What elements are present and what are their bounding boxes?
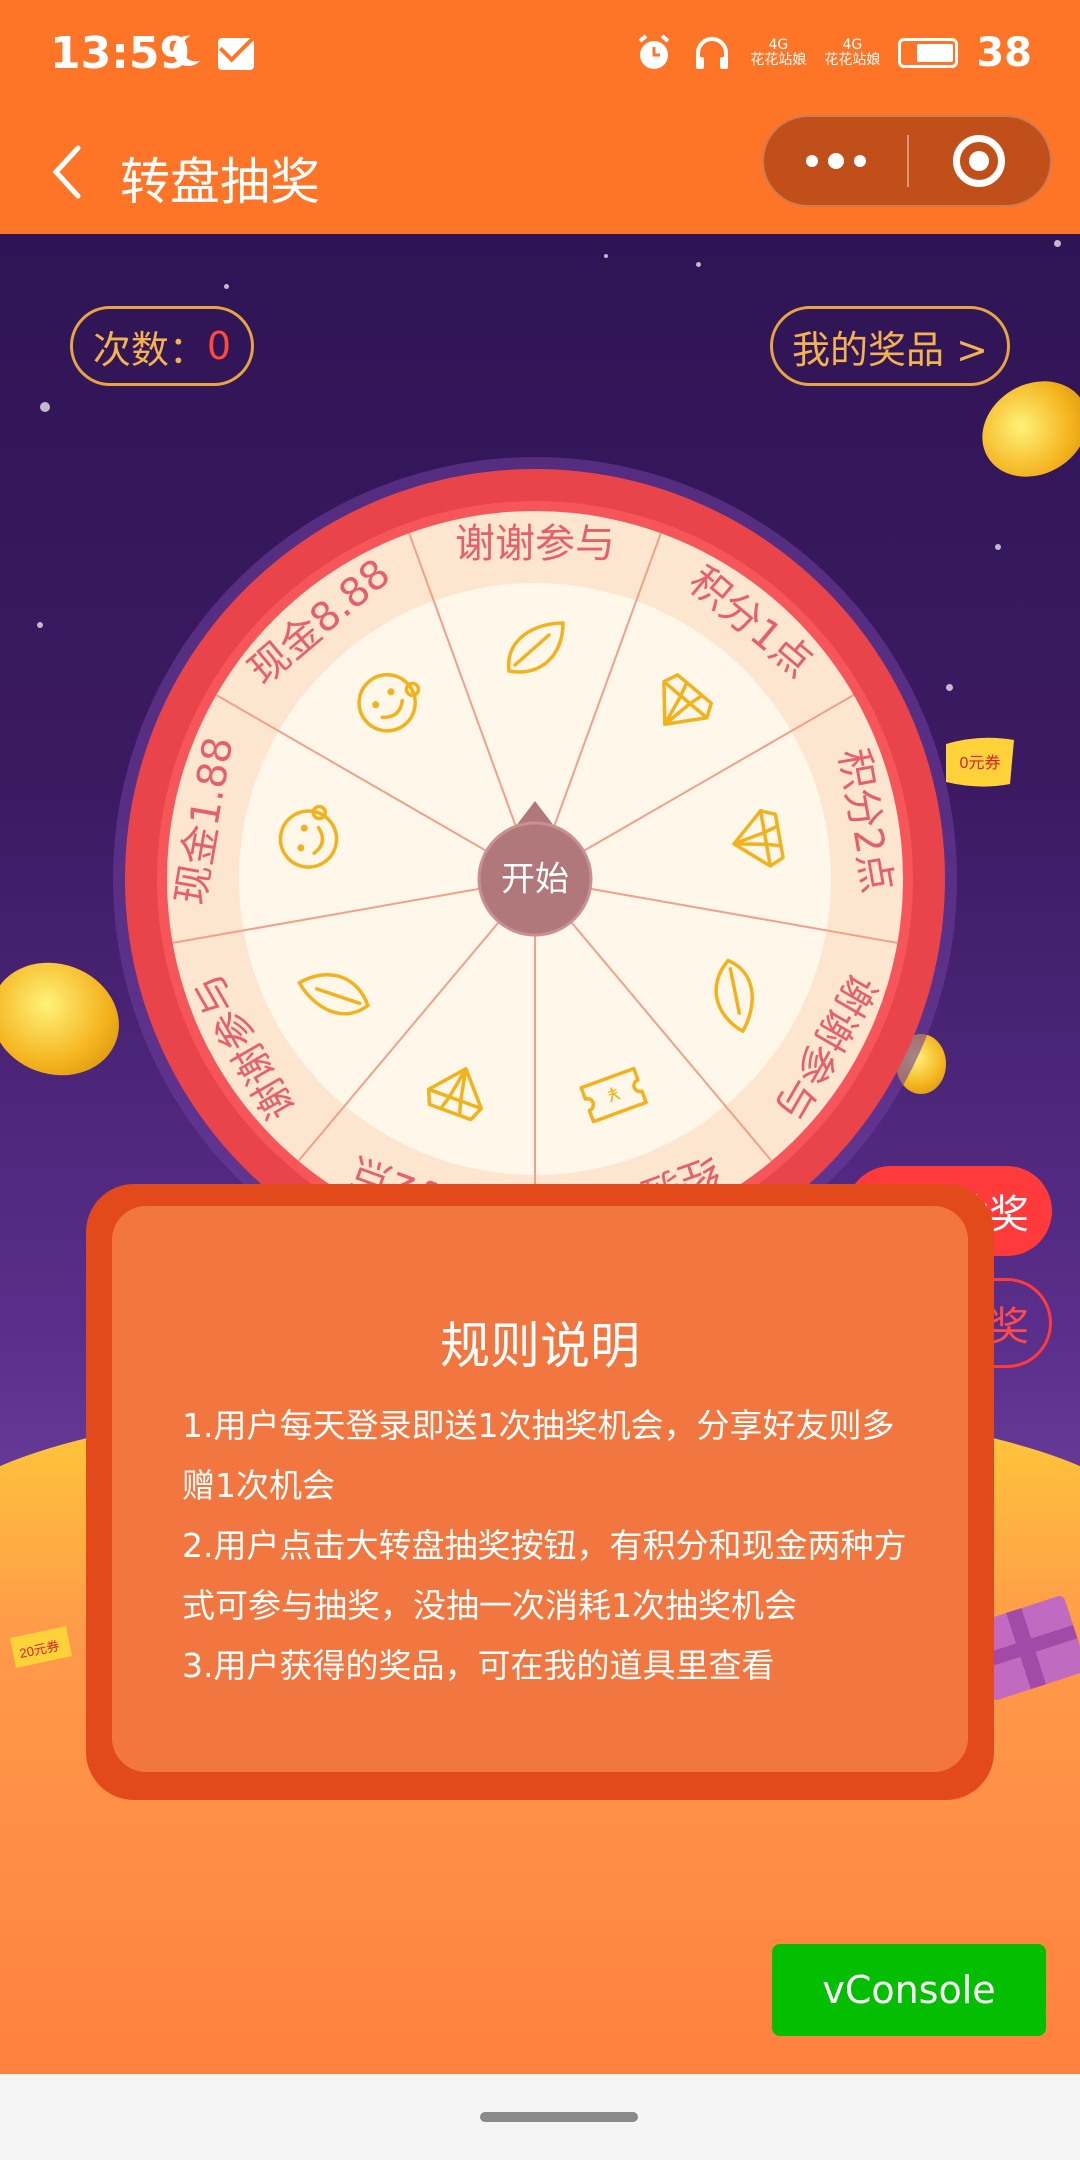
more-menu-button[interactable] xyxy=(764,117,907,205)
star-decor xyxy=(40,402,50,412)
signal-2-type: 4G xyxy=(842,37,863,53)
signal-1-type: 4G xyxy=(768,37,789,53)
signal-2: 4G 花花站娘 xyxy=(824,38,880,68)
star-decor xyxy=(37,622,43,628)
vconsole-button[interactable]: vConsole xyxy=(772,1944,1046,2036)
status-bar: 13:59 4G 花花站娘 4G 花花站娘 38 xyxy=(0,0,1080,112)
star-decor xyxy=(224,284,229,289)
alarm-icon xyxy=(639,34,670,69)
my-prizes-button[interactable]: 我的奖品 > xyxy=(770,306,1010,386)
close-target-button[interactable] xyxy=(909,117,1050,205)
signal-2-carrier: 花花站娘 xyxy=(824,52,881,68)
status-right: 4G 花花站娘 4G 花花站娘 38 xyxy=(634,30,1032,76)
draw-count: 次数： 0 xyxy=(70,306,254,386)
start-label: 开始 xyxy=(501,860,569,900)
star-decor xyxy=(696,262,701,267)
coupon-text: 0元券 xyxy=(960,754,1001,772)
target-icon xyxy=(953,135,1006,187)
rule-line: 3.用户获得的奖品，可在我的道具里查看 xyxy=(182,1646,775,1685)
battery-icon xyxy=(898,38,959,68)
draw-count-value: 0 xyxy=(206,324,232,368)
signal-1: 4G 花花站娘 xyxy=(750,38,806,68)
coupon-decor: 20元券 xyxy=(10,1626,72,1668)
home-indicator[interactable] xyxy=(480,2112,638,2122)
star-decor xyxy=(995,544,1001,550)
rules-panel: 规则说明 1.用户每天登录即送1次抽奖机会，分享好友则多赠1次机会 2.用户点击… xyxy=(112,1206,968,1772)
rule-line: 1.用户每天登录即送1次抽奖机会，分享好友则多赠1次机会 xyxy=(182,1406,895,1505)
headphones-icon xyxy=(696,37,729,69)
star-decor xyxy=(604,254,608,258)
rules-body: 1.用户每天登录即送1次抽奖机会，分享好友则多赠1次机会 2.用户点击大转盘抽奖… xyxy=(182,1396,922,1696)
prize-wheel: 谢谢参与积分1点积分2点谢谢参与经验1点¥积分2点谢谢参与现金1.88现金8.8… xyxy=(113,457,957,1301)
rule-line: 2.用户点击大转盘抽奖按钮，有积分和现金两种方式可参与抽奖，没抽一次消耗1次抽奖… xyxy=(182,1526,907,1625)
star-decor xyxy=(1054,240,1061,247)
system-nav-bar xyxy=(0,2074,1080,2160)
battery-level: 38 xyxy=(976,30,1032,76)
nav-bar: 转盘抽奖 xyxy=(0,112,1080,234)
signal-1-carrier: 花花站娘 xyxy=(750,52,807,68)
segment-label: 谢谢参与 xyxy=(455,521,615,567)
page-title: 转盘抽奖 xyxy=(120,153,320,211)
moon-icon xyxy=(173,35,201,67)
back-icon[interactable] xyxy=(44,142,94,202)
draw-count-label: 次数： xyxy=(92,327,207,372)
miniprogram-capsule xyxy=(762,115,1052,207)
rules-title: 规则说明 xyxy=(440,1317,640,1375)
mail-icon xyxy=(218,38,254,70)
